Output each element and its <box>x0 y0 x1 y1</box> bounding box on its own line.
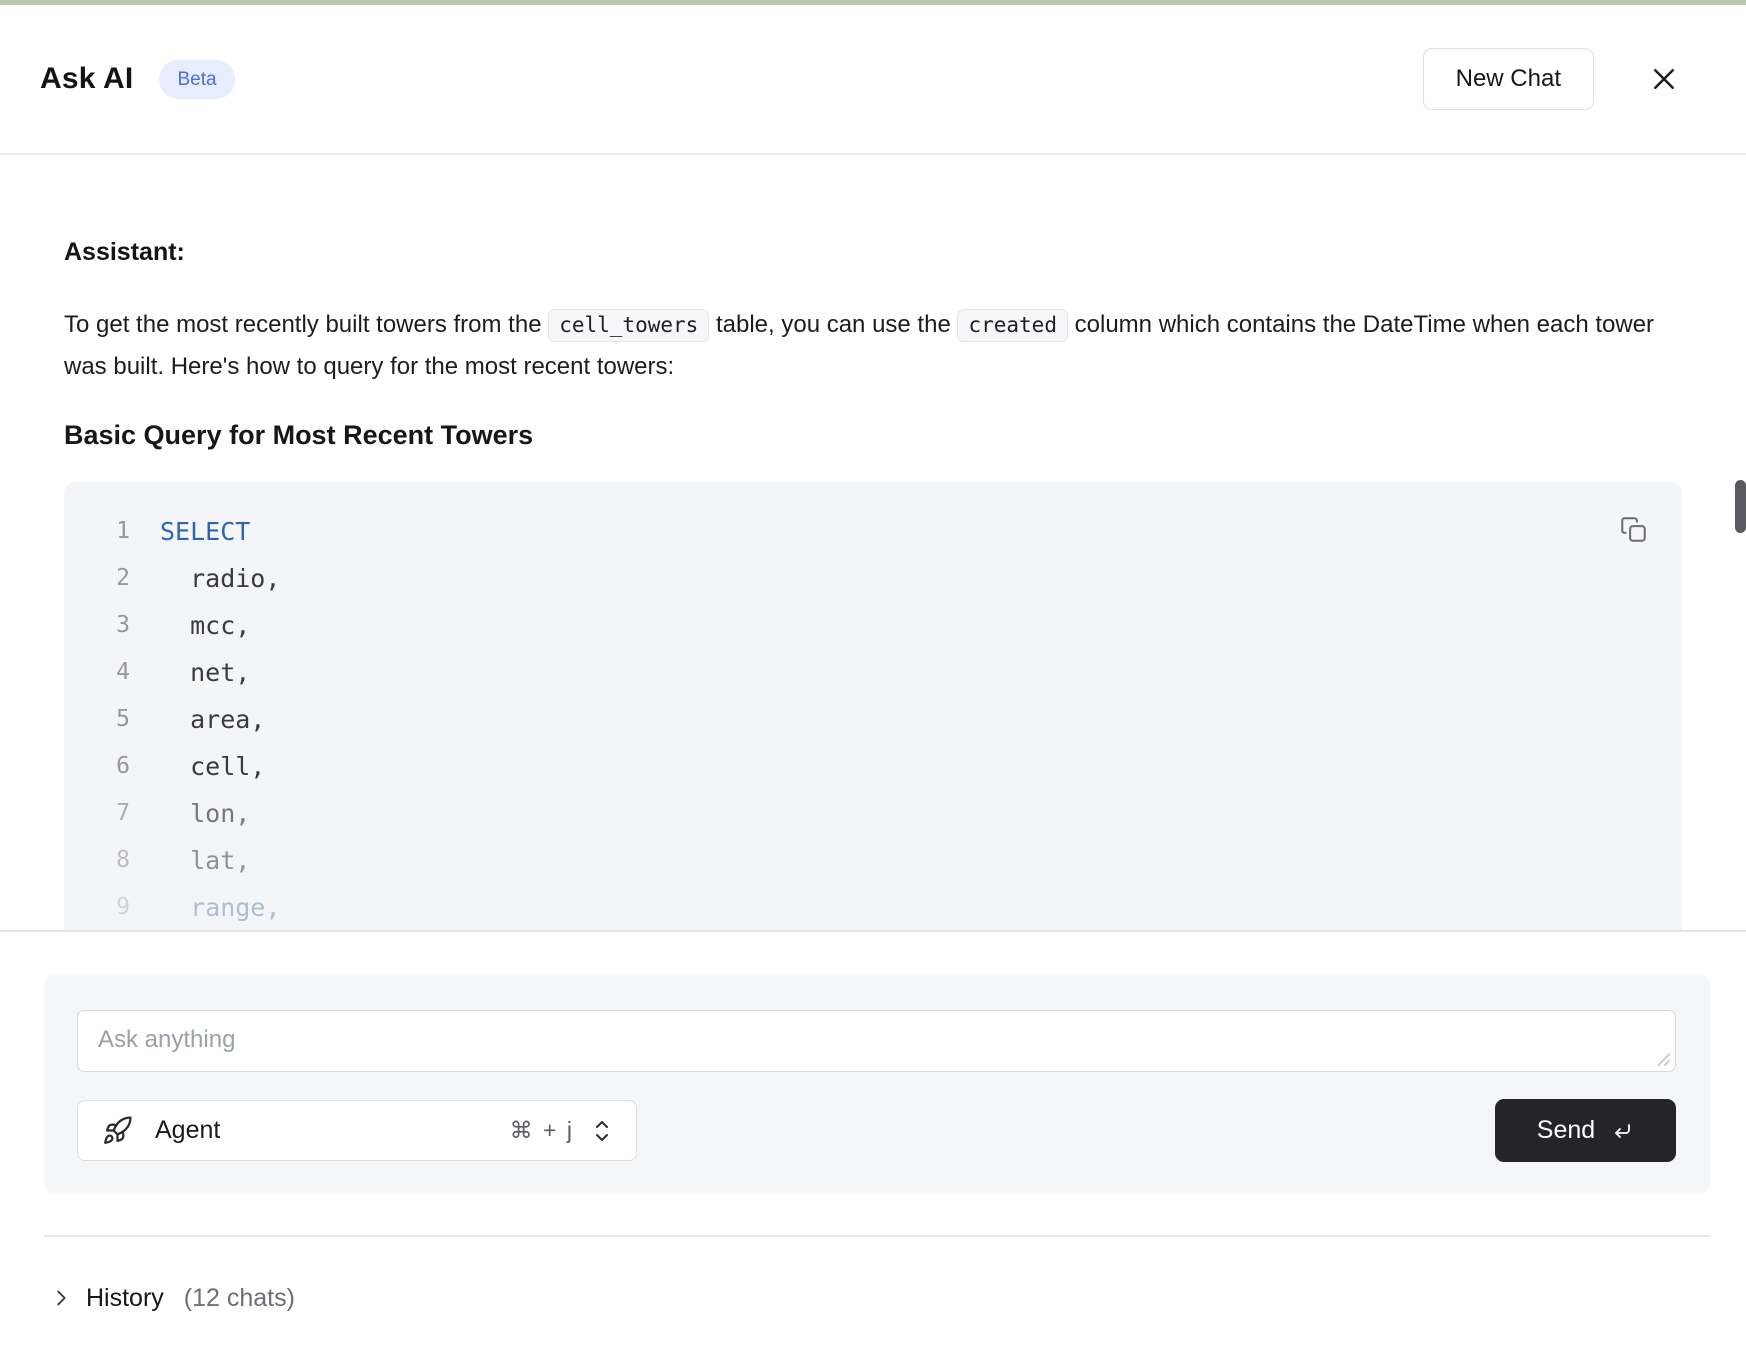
line-number: 9 <box>64 884 130 931</box>
keyboard-shortcut: ⌘ + j <box>510 1117 574 1144</box>
new-chat-button[interactable]: New Chat <box>1423 48 1594 110</box>
code-text: lon, <box>130 790 250 837</box>
line-number: 6 <box>64 743 130 790</box>
assistant-text: To get the most recently built towers fr… <box>64 311 548 338</box>
code-text: radio, <box>130 555 280 602</box>
chevron-up-down-icon <box>592 1118 612 1144</box>
code-line: 7 lon, <box>64 790 1682 837</box>
close-icon <box>1649 64 1679 94</box>
line-number: 8 <box>64 837 130 884</box>
code-text: SELECT <box>130 508 250 555</box>
code-text: mcc, <box>130 602 250 649</box>
sql-code-block: 1SELECT 2 radio, 3 mcc, 4 net, 5 area, 6… <box>64 482 1682 932</box>
inline-code-created: created <box>957 309 1068 342</box>
code-line: 6 cell, <box>64 743 1682 790</box>
return-key-icon <box>1610 1119 1634 1143</box>
copy-code-button[interactable] <box>1616 512 1650 546</box>
line-number: 7 <box>64 790 130 837</box>
ask-ai-panel: Ask AI Beta New Chat Assistant: To get t… <box>0 0 1746 1362</box>
agent-mode-selector[interactable]: Agent ⌘ + j <box>77 1100 637 1161</box>
code-line: 2 radio, <box>64 555 1682 602</box>
code-line: 5 area, <box>64 696 1682 743</box>
line-number: 3 <box>64 602 130 649</box>
assistant-role-label: Assistant: <box>64 238 1682 267</box>
code-line: 9 range, <box>64 884 1682 931</box>
chevron-right-icon <box>50 1287 72 1309</box>
history-label: History <box>86 1284 164 1313</box>
composer: Agent ⌘ + j Send <box>44 975 1710 1193</box>
code-text: net, <box>130 649 250 696</box>
code-text: range, <box>130 884 280 931</box>
copy-icon <box>1620 516 1647 543</box>
prompt-input[interactable] <box>77 1010 1676 1072</box>
agent-mode-label: Agent <box>155 1116 220 1145</box>
code-text: area, <box>130 696 265 743</box>
history-divider <box>44 1235 1710 1237</box>
send-button-label: Send <box>1537 1116 1595 1145</box>
beta-badge: Beta <box>159 60 234 99</box>
code-line: 8 lat, <box>64 837 1682 884</box>
scrollbar-thumb[interactable] <box>1735 480 1746 533</box>
close-button[interactable] <box>1642 57 1686 101</box>
send-button[interactable]: Send <box>1495 1099 1676 1162</box>
code-line: 1SELECT <box>64 508 1682 555</box>
page-title: Ask AI <box>40 62 133 96</box>
code-line: 4 net, <box>64 649 1682 696</box>
line-number: 5 <box>64 696 130 743</box>
line-number: 2 <box>64 555 130 602</box>
rocket-icon <box>102 1115 133 1146</box>
line-number: 1 <box>64 508 130 555</box>
code-text: lat, <box>130 837 250 884</box>
assistant-text: table, you can use the <box>709 311 957 338</box>
history-toggle[interactable]: History (12 chats) <box>50 1276 295 1320</box>
inline-code-cell-towers: cell_towers <box>548 309 709 342</box>
chat-messages-area: Assistant: To get the most recently buil… <box>0 155 1746 932</box>
code-text: cell, <box>130 743 265 790</box>
header: Ask AI Beta New Chat <box>0 5 1746 155</box>
history-count: (12 chats) <box>184 1284 295 1313</box>
section-heading: Basic Query for Most Recent Towers <box>64 420 1682 451</box>
assistant-paragraph: To get the most recently built towers fr… <box>64 304 1656 387</box>
code-line: 3 mcc, <box>64 602 1682 649</box>
line-number: 4 <box>64 649 130 696</box>
